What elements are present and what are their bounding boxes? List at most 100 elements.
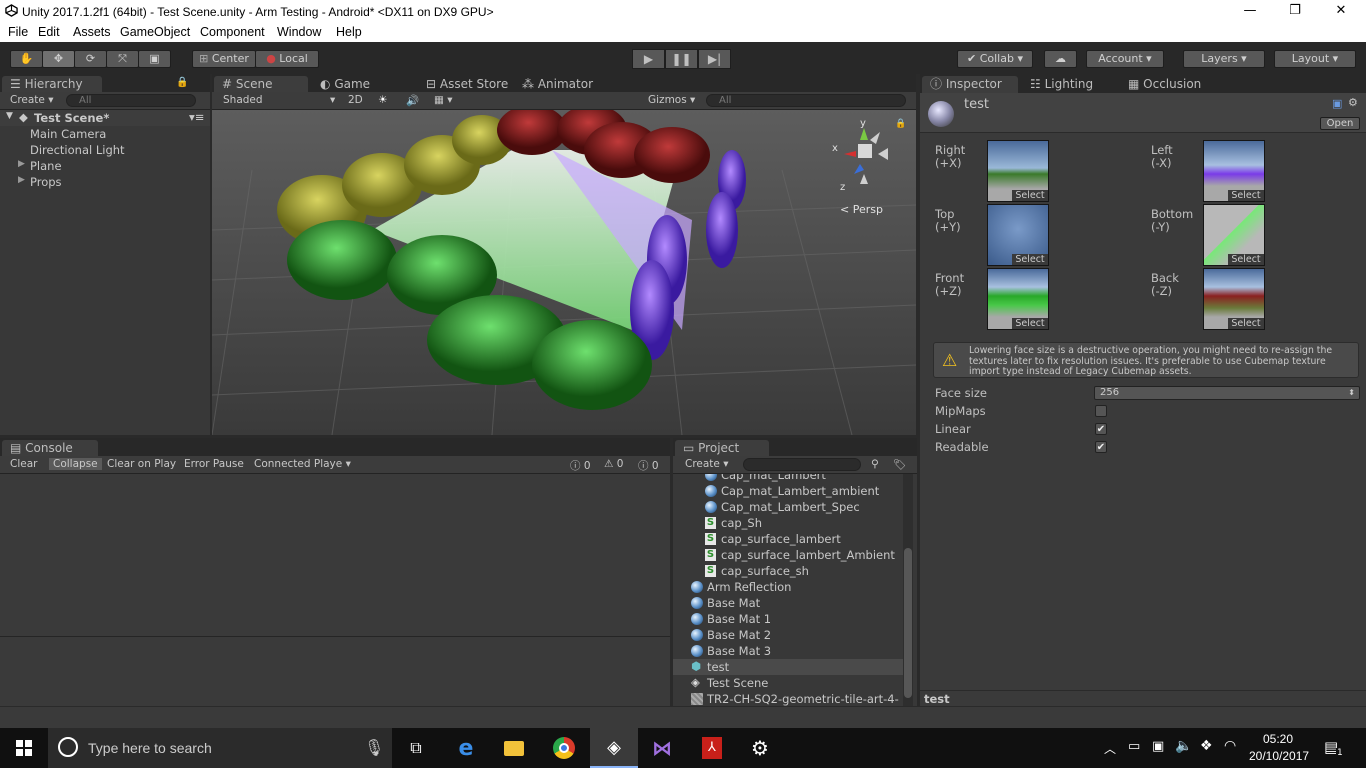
console-log-toggle[interactable]: ⓘ 0 xyxy=(638,458,659,473)
mode-2d-button[interactable]: 2D xyxy=(348,94,363,106)
battery-icon[interactable]: ▭ xyxy=(1128,739,1140,754)
project-item[interactable]: Cap_mat_Lambert_ambient xyxy=(673,483,903,499)
effects-toggle-icon[interactable]: ▦ ▾ xyxy=(434,94,453,106)
connected-player-dropdown[interactable]: Connected Playe ▾ xyxy=(254,458,351,470)
menu-edit[interactable]: Edit xyxy=(38,25,60,39)
face-select-bottom[interactable]: Select xyxy=(1228,254,1264,265)
tab-project[interactable]: ▭ Project xyxy=(675,440,769,457)
project-item[interactable]: Base Mat 2 xyxy=(673,627,903,643)
face-select-top[interactable]: Select xyxy=(1012,254,1048,265)
filter-label-icon[interactable]: 🏷 xyxy=(893,458,906,471)
account-dropdown[interactable]: Account ▾ xyxy=(1086,50,1164,68)
project-item[interactable]: TR2-CH-SQ2-geometric-tile-art-4- xyxy=(673,691,903,706)
tab-scene[interactable]: # Scene xyxy=(214,76,308,93)
lighting-toggle-icon[interactable]: ☀ xyxy=(378,94,387,106)
visual-studio-button[interactable]: ⋈ xyxy=(638,728,686,768)
menu-component[interactable]: Component xyxy=(200,25,265,39)
menu-file[interactable]: File xyxy=(8,25,28,39)
hand-tool-button[interactable]: ✋ xyxy=(10,50,43,68)
audio-toggle-icon[interactable]: 🔊 xyxy=(406,94,419,107)
project-item[interactable]: ◈ Test Scene xyxy=(673,675,903,691)
collab-dropdown[interactable]: ✔ Collab ▾ xyxy=(957,50,1033,68)
tab-lighting[interactable]: ☷ Lighting xyxy=(1022,76,1112,93)
project-item[interactable]: Base Mat 3 xyxy=(673,643,903,659)
dropbox-icon[interactable]: ❖ xyxy=(1200,738,1213,754)
menu-window[interactable]: Window xyxy=(277,25,321,39)
console-warning-toggle[interactable]: ⚠ 0 xyxy=(604,458,623,470)
edge-button[interactable]: e xyxy=(442,728,490,768)
console-divider[interactable] xyxy=(0,636,670,637)
project-item[interactable]: Cap_mat_Lambert xyxy=(673,474,903,483)
scene-search-input[interactable]: All xyxy=(706,94,906,107)
minimize-icon[interactable]: — xyxy=(1240,3,1260,18)
collapsed-arrow-icon[interactable]: ▶ xyxy=(18,159,25,169)
hierarchy-scene-row[interactable]: ▼ ◆ Test Scene* ▾≡ xyxy=(0,110,210,126)
project-item[interactable]: Base Mat 1 xyxy=(673,611,903,627)
tab-inspector[interactable]: ⓘ Inspector xyxy=(922,76,1018,93)
taskbar-search-box[interactable]: Type here to search 🎙 xyxy=(48,728,392,768)
layout-dropdown[interactable]: Layout ▾ xyxy=(1274,50,1356,68)
gizmos-dropdown[interactable]: Gizmos ▾ xyxy=(648,94,695,106)
collapsed-arrow-icon[interactable]: ▶ xyxy=(18,175,25,185)
readable-checkbox[interactable]: ✔ xyxy=(1095,441,1107,453)
close-icon[interactable]: ✕ xyxy=(1331,3,1351,18)
hierarchy-create-button[interactable]: Create ▾ xyxy=(10,94,54,106)
face-select-right[interactable]: Select xyxy=(1012,190,1048,201)
console-clear-button[interactable]: Clear xyxy=(10,458,37,470)
scene-viewport[interactable]: y x z < Persp 🔒 xyxy=(212,110,916,435)
clock-time[interactable]: 05:20 xyxy=(1263,732,1293,746)
settings-button[interactable]: ⚙ xyxy=(736,728,784,768)
project-search-input[interactable] xyxy=(743,458,861,471)
project-item[interactable]: Scap_surface_lambert_Ambient xyxy=(673,547,903,563)
tab-asset-store[interactable]: ⊟ Asset Store xyxy=(418,76,518,93)
open-button[interactable]: Open xyxy=(1320,117,1360,130)
lock-icon[interactable]: 🔒 xyxy=(176,77,188,88)
tab-animator[interactable]: ⁂ Animator xyxy=(514,76,604,93)
wifi-icon[interactable]: ◠ xyxy=(1224,738,1236,754)
start-button[interactable] xyxy=(0,728,48,768)
console-clear-on-play-button[interactable]: Clear on Play xyxy=(107,458,176,470)
acrobat-button[interactable]: ⅄ xyxy=(688,728,736,768)
microphone-icon[interactable]: 🎙 xyxy=(364,738,384,757)
project-item[interactable]: Scap_surface_sh xyxy=(673,563,903,579)
menu-assets[interactable]: Assets xyxy=(73,25,111,39)
show-hidden-icons[interactable]: ︿ xyxy=(1104,740,1116,757)
task-view-button[interactable]: ⧉ xyxy=(392,728,440,768)
layers-dropdown[interactable]: Layers ▾ xyxy=(1183,50,1265,68)
project-item[interactable]: Arm Reflection xyxy=(673,579,903,595)
face-select-left[interactable]: Select xyxy=(1228,190,1264,201)
mipmaps-checkbox[interactable] xyxy=(1095,405,1107,417)
pivot-local-button[interactable]: ● Local xyxy=(255,50,319,68)
unity-taskbar-button[interactable]: ◈ xyxy=(590,728,638,768)
face-select-front[interactable]: Select xyxy=(1012,318,1048,329)
linear-checkbox[interactable]: ✔ xyxy=(1095,423,1107,435)
step-button[interactable]: ▶| xyxy=(698,49,731,69)
hierarchy-item-plane[interactable]: ▶ Plane xyxy=(0,158,210,174)
project-item[interactable]: Base Mat xyxy=(673,595,903,611)
chrome-button[interactable] xyxy=(540,728,588,768)
file-explorer-button[interactable] xyxy=(490,728,538,768)
project-item[interactable]: Scap_surface_lambert xyxy=(673,531,903,547)
project-item[interactable]: ⬢ test xyxy=(673,659,903,675)
cloud-button[interactable]: ☁ xyxy=(1044,50,1077,68)
project-scrollbar[interactable] xyxy=(903,474,913,706)
tab-game[interactable]: ◐ Game xyxy=(312,76,402,93)
pivot-center-button[interactable]: ⊞ Center xyxy=(192,50,256,68)
persp-label[interactable]: < Persp xyxy=(840,203,883,216)
filter-type-icon[interactable]: ⚲ xyxy=(871,458,879,470)
help-icon[interactable]: ▣ xyxy=(1332,97,1342,110)
scene-lock-icon[interactable]: 🔒 xyxy=(895,119,906,129)
play-button[interactable]: ▶ xyxy=(632,49,665,69)
tab-console[interactable]: ▤ Console xyxy=(2,440,98,457)
console-error-pause-button[interactable]: Error Pause xyxy=(184,458,244,470)
network-icon[interactable]: ▣ xyxy=(1152,739,1164,754)
face-select-back[interactable]: Select xyxy=(1228,318,1264,329)
scale-tool-button[interactable]: ⤧ xyxy=(106,50,139,68)
tab-occlusion[interactable]: ▦ Occlusion xyxy=(1120,76,1216,93)
menu-help[interactable]: Help xyxy=(336,25,362,39)
hierarchy-search-input[interactable]: All xyxy=(66,94,196,107)
project-item[interactable]: Scap_Sh xyxy=(673,515,903,531)
face-size-dropdown[interactable]: 256 ⬍ xyxy=(1094,386,1360,400)
console-collapse-button[interactable]: Collapse xyxy=(49,458,102,470)
project-item[interactable]: Cap_mat_Lambert_Spec xyxy=(673,499,903,515)
